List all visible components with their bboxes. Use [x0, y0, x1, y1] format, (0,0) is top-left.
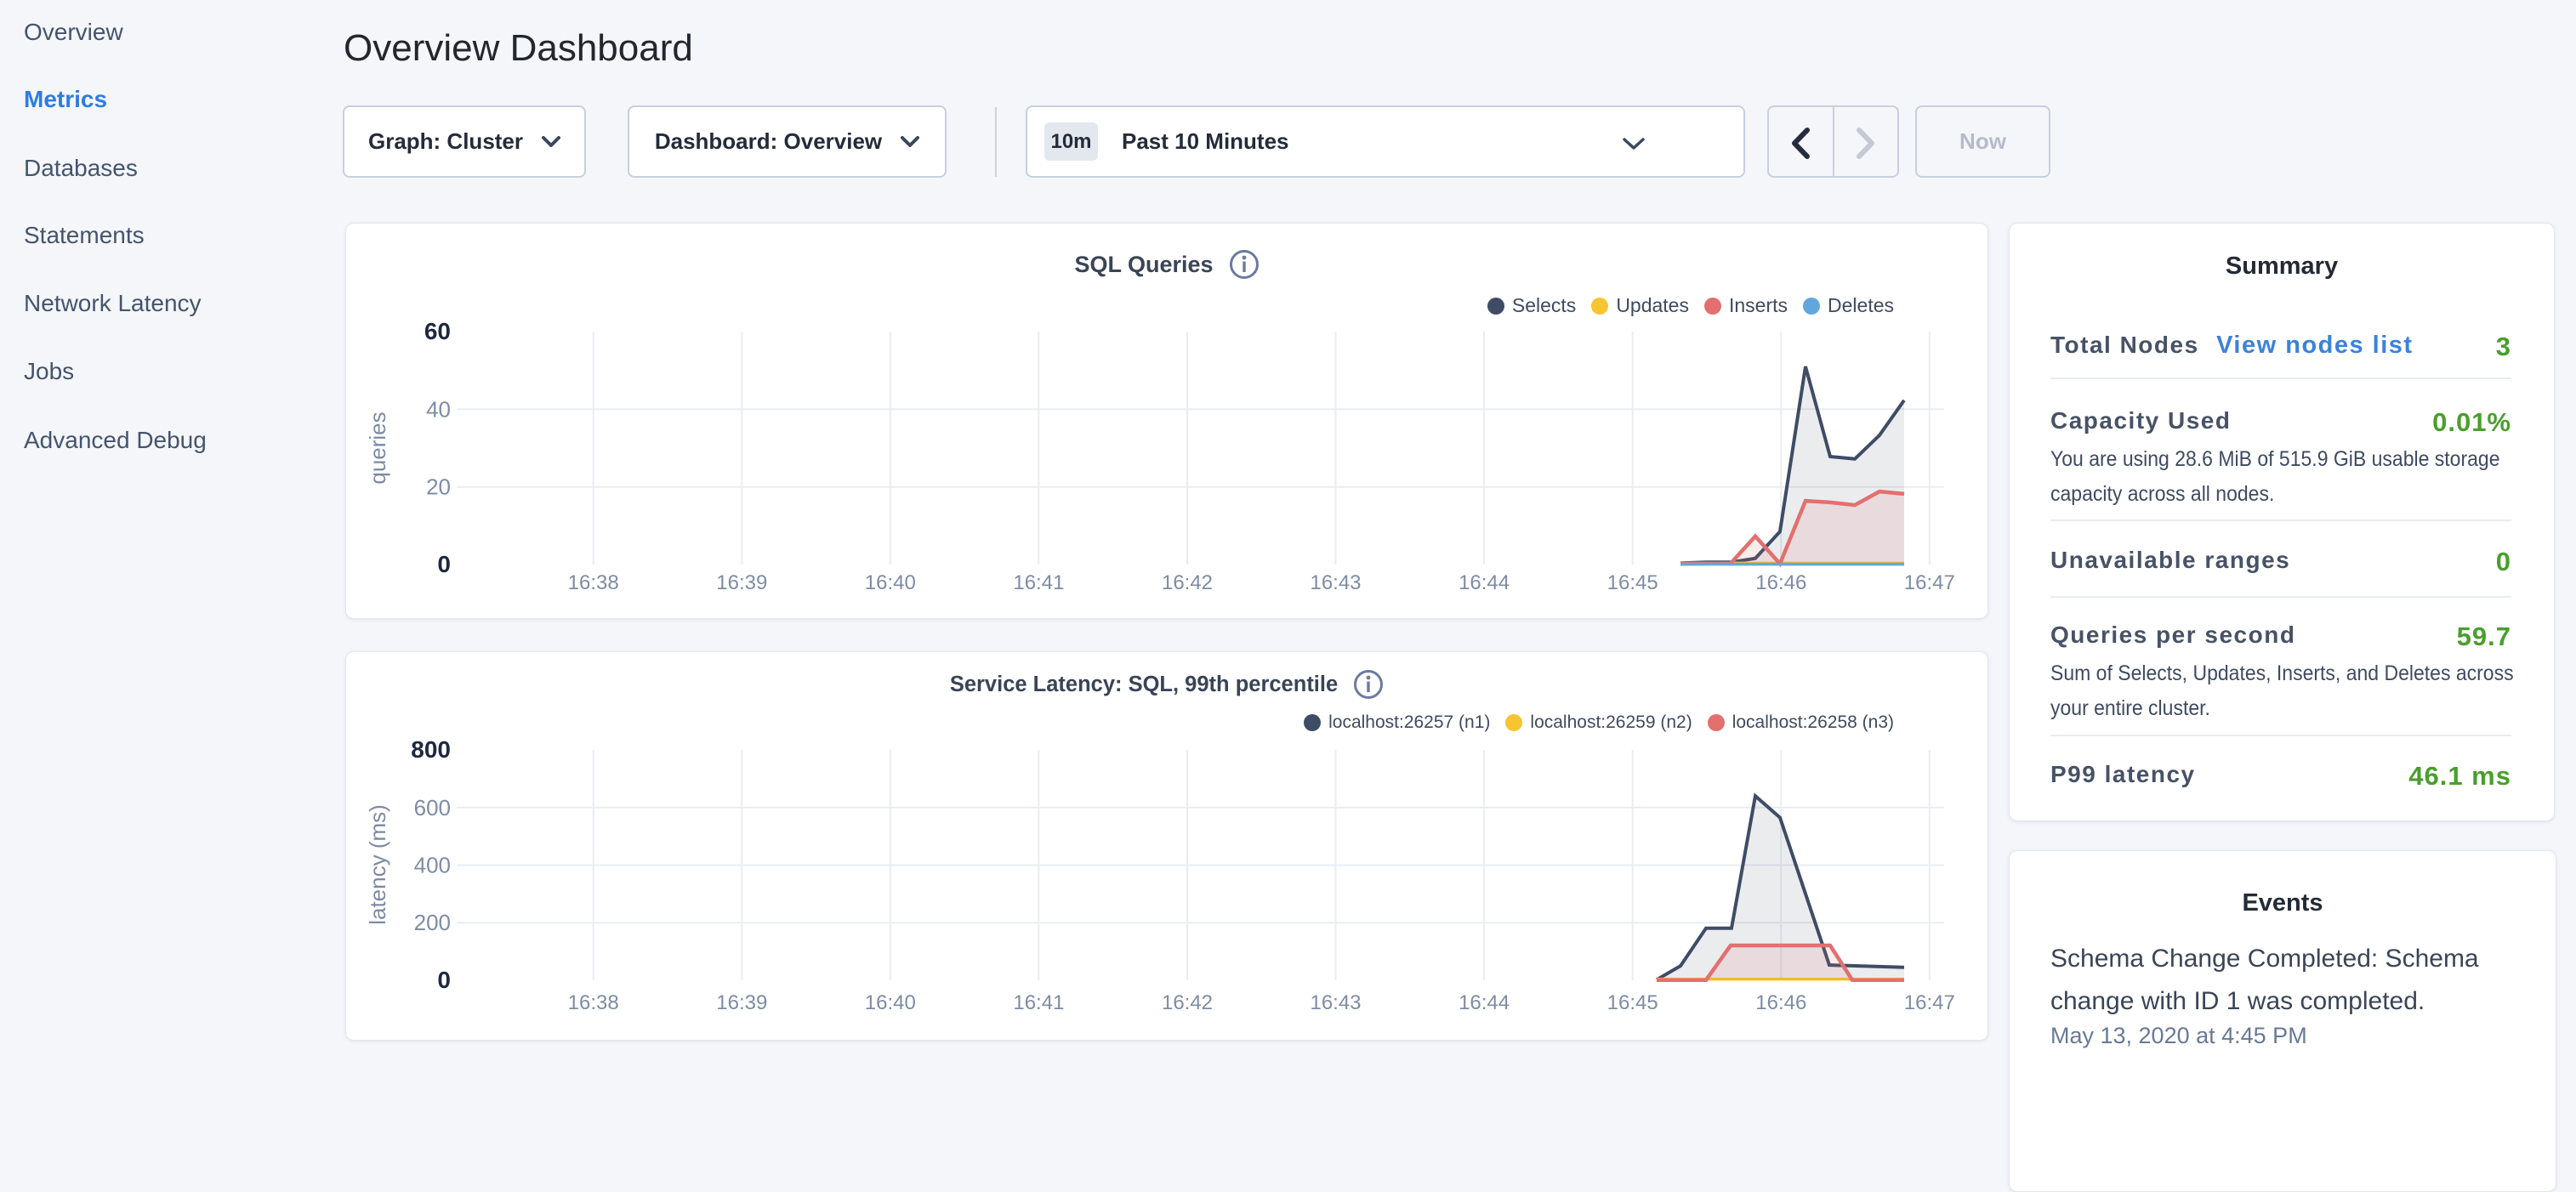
svg-text:600: 600 [414, 795, 451, 820]
svg-text:20: 20 [426, 474, 451, 500]
svg-text:queries: queries [365, 412, 390, 484]
svg-text:16:39: 16:39 [716, 991, 767, 1014]
svg-text:16:40: 16:40 [865, 571, 916, 594]
svg-text:16:46: 16:46 [1755, 991, 1806, 1014]
svg-text:16:38: 16:38 [568, 991, 619, 1014]
svg-text:16:47: 16:47 [1904, 991, 1955, 1014]
svg-text:400: 400 [414, 853, 451, 878]
svg-text:16:42: 16:42 [1162, 991, 1213, 1014]
svg-text:16:41: 16:41 [1013, 991, 1064, 1014]
svg-text:0: 0 [437, 967, 451, 993]
svg-text:16:45: 16:45 [1607, 571, 1658, 594]
svg-text:16:43: 16:43 [1310, 571, 1361, 594]
svg-text:16:41: 16:41 [1013, 571, 1064, 594]
svg-text:16:44: 16:44 [1459, 571, 1510, 594]
svg-text:16:43: 16:43 [1310, 991, 1361, 1014]
svg-text:16:45: 16:45 [1607, 991, 1658, 1014]
svg-text:60: 60 [424, 318, 451, 344]
svg-text:40: 40 [426, 396, 451, 422]
svg-text:800: 800 [411, 736, 451, 763]
svg-text:200: 200 [414, 910, 451, 935]
svg-text:latency (ms): latency (ms) [365, 804, 390, 925]
svg-text:16:46: 16:46 [1755, 571, 1806, 594]
svg-text:16:39: 16:39 [716, 571, 767, 594]
svg-text:16:42: 16:42 [1162, 571, 1213, 594]
svg-text:16:44: 16:44 [1459, 991, 1510, 1014]
svg-text:16:38: 16:38 [568, 571, 619, 594]
svg-text:16:40: 16:40 [865, 991, 916, 1014]
svg-text:0: 0 [437, 551, 451, 577]
svg-text:16:47: 16:47 [1904, 571, 1955, 594]
